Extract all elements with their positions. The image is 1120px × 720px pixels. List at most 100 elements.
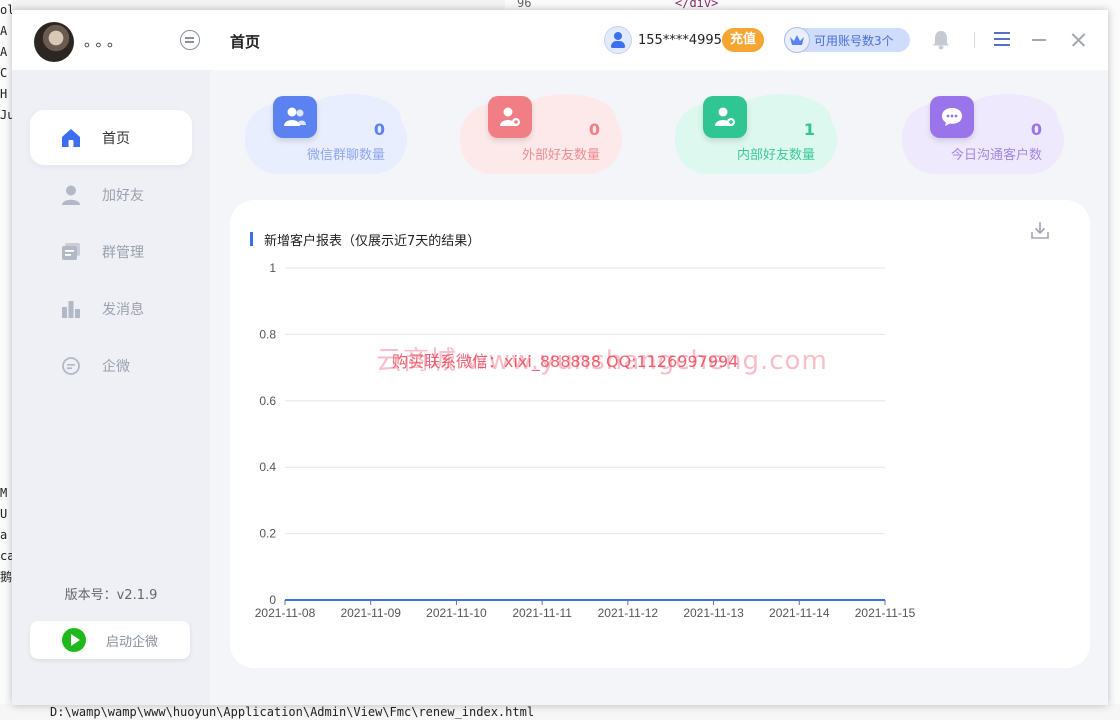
x-tick-label: 2021-11-13: [683, 606, 744, 620]
watermark-front: 购买联系微信：xixi_888888 QQ:1126997994: [392, 352, 739, 371]
bg-tree-fragment: [0, 441, 12, 462]
sidebar-item-home[interactable]: 首页: [30, 110, 192, 165]
close-icon[interactable]: [1070, 32, 1086, 48]
y-tick-label: 0.2: [259, 527, 276, 541]
user-icon: [60, 184, 82, 206]
bg-tree-fragment: A: [0, 24, 8, 38]
sidebar-nav: 首页 加好友 群管理 发消息 企微: [30, 110, 192, 395]
bg-tree-fragment: C: [0, 66, 8, 80]
recharge-button[interactable]: 充值: [722, 28, 764, 52]
collapse-menu-icon[interactable]: [180, 30, 200, 50]
stat-value: 1: [803, 120, 815, 139]
x-tick-label: 2021-11-08: [255, 606, 316, 620]
background-status-bar: D:\wamp\wamp\www\huoyun\Application\Admi…: [0, 704, 1120, 720]
play-icon: [62, 628, 86, 652]
account-phone: 155****4995: [638, 33, 722, 48]
sidebar-item-label: 企微: [102, 358, 130, 375]
bg-tree-fragment: [0, 315, 12, 336]
sidebar-item-label: 群管理: [102, 244, 144, 261]
background-file-tree: olicationAACHJuMUaca鹅: [0, 0, 12, 720]
version-label: 版本号：v2.1.9: [64, 588, 158, 603]
bg-line-number: 96: [517, 0, 532, 10]
menu-icon[interactable]: [994, 32, 1010, 46]
stat-card-external-friends[interactable]: 0 外部好友数量: [460, 94, 622, 174]
bg-code-snippet: </div>: [675, 0, 719, 10]
stat-card-internal-friends[interactable]: 1 内部好友数量: [675, 94, 837, 174]
account-user-icon[interactable]: [604, 26, 632, 54]
bg-tree-fragment: [0, 189, 12, 210]
bg-tree-fragment: 鹅: [0, 570, 12, 584]
bg-tree-fragment: ca: [0, 549, 12, 563]
bg-tree-fragment: [0, 126, 12, 147]
available-accounts-label: 可用账号数3个: [814, 34, 894, 48]
customer-report-card: 新增客户报表（仅展示近7天的结果） 0 0.2 0.4 0.6 0.8 1 2021-11-…: [230, 200, 1090, 668]
y-tick-label: 0.6: [259, 394, 276, 408]
sidebar-item-wecom[interactable]: 企微: [30, 338, 192, 393]
background-editor-top: 96 </div>: [505, 0, 1120, 10]
sidebar-item-add-friend[interactable]: 加好友: [30, 167, 192, 222]
bg-tree-fragment: [0, 168, 12, 189]
start-wecom-label: 启动企微: [106, 634, 159, 650]
start-wecom-button[interactable]: 启动企微: [30, 621, 190, 659]
stat-label: 微信群聊数量: [306, 148, 385, 163]
bg-tree-fragment: [0, 378, 12, 399]
bg-tree-fragment: M: [0, 486, 8, 500]
stat-value: 0: [373, 120, 385, 139]
stat-card-today-customers[interactable]: 0 今日沟通客户数: [902, 94, 1064, 174]
sidebar-item-label: 加好友: [102, 187, 144, 204]
app-window: 。。。 首页 加好友 群管理 发消息 企微 版本号：v2.1.9 启动企微 首页…: [12, 10, 1108, 705]
stat-value: 0: [588, 120, 600, 139]
x-tick-label: 2021-11-14: [769, 606, 830, 620]
avatar[interactable]: [34, 22, 74, 62]
bg-tree-fragment: [0, 273, 12, 294]
bg-tree-fragment: [0, 462, 12, 483]
x-tick-label: 2021-11-15: [855, 606, 916, 620]
bg-tree-fragment: Ju: [0, 108, 12, 122]
header-divider: [974, 32, 975, 48]
bg-tree-fragment: A: [0, 45, 8, 59]
page-title: 首页: [230, 33, 261, 51]
background-editor-right: [1108, 0, 1120, 720]
x-tick-label: 2021-11-10: [426, 606, 487, 620]
x-tick-label: 2021-11-12: [598, 606, 659, 620]
sidebar-item-label: 发消息: [102, 301, 144, 318]
y-tick-label: 1: [269, 261, 276, 275]
bg-tree-fragment: [0, 147, 12, 168]
sidebar-item-label: 首页: [102, 130, 130, 147]
minimize-icon[interactable]: [1032, 39, 1046, 41]
bg-tree-fragment: [0, 252, 12, 273]
chat-icon: [60, 355, 82, 377]
username: 。。。: [84, 32, 127, 50]
bg-tree-fragment: [0, 231, 12, 252]
stat-label: 今日沟通客户数: [950, 148, 1042, 163]
stat-value: 0: [1030, 120, 1042, 139]
home-icon: [60, 127, 82, 149]
bell-icon[interactable]: [932, 30, 950, 50]
message-bubble-icon: [930, 96, 974, 138]
x-tick-label: 2021-11-09: [340, 606, 401, 620]
bar-chart-icon: [60, 298, 82, 320]
sidebar: 。。。 首页 加好友 群管理 发消息 企微 版本号：v2.1.9 启动企微: [12, 10, 210, 705]
bg-tree-fragment: [0, 357, 12, 378]
stat-label: 内部好友数量: [736, 148, 815, 163]
bg-tree-fragment: olication: [0, 3, 12, 17]
bg-tree-fragment: [0, 336, 12, 357]
sidebar-item-send-message[interactable]: 发消息: [30, 281, 192, 336]
sidebar-item-group-management[interactable]: 群管理: [30, 224, 192, 279]
stat-card-wechat-groups[interactable]: 0 微信群聊数量: [245, 94, 407, 174]
y-tick-label: 0: [269, 593, 276, 607]
bg-tree-fragment: [0, 420, 12, 441]
bg-tree-fragment: a: [0, 528, 8, 542]
bg-tree-fragment: U: [0, 507, 8, 521]
y-tick-label: 0.4: [259, 460, 276, 474]
x-tick-label: 2021-11-11: [512, 606, 572, 620]
group-icon: [60, 241, 82, 263]
group-chat-icon: [273, 96, 317, 138]
customer-report-chart: 0 0.2 0.4 0.6 0.8 1 2021-11-08 2021-11-09 2021-1…: [255, 261, 916, 620]
available-accounts-badge[interactable]: 可用账号数3个: [784, 27, 910, 53]
external-friend-icon: [488, 96, 532, 138]
bg-tree-fragment: [0, 399, 12, 420]
add-friend-icon: [703, 96, 747, 138]
crown-icon: [784, 27, 810, 53]
stat-label: 外部好友数量: [521, 148, 600, 163]
